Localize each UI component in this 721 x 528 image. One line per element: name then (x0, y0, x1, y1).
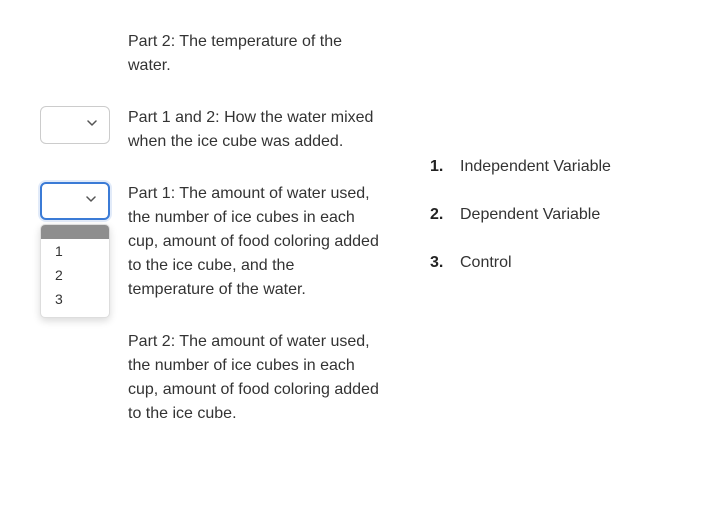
dropdown-option-3[interactable]: 3 (41, 287, 109, 317)
right-column: 1. Independent Variable 2. Dependent Var… (430, 30, 680, 426)
match-item-3-text: Part 1: The amount of water used, the nu… (128, 182, 380, 302)
match-item-1: Part 2: The temperature of the water. (128, 30, 380, 78)
key-label-3: Control (460, 254, 512, 272)
match-item-4: Part 2: The amount of water used, the nu… (128, 330, 380, 426)
chevron-down-icon (87, 120, 97, 130)
dropdown-option-2[interactable]: 2 (41, 263, 109, 287)
key-num-1: 1. (430, 158, 448, 176)
match-item-1-text: Part 2: The temperature of the water. (128, 33, 342, 74)
match-item-2-text: Part 1 and 2: How the water mixed when t… (128, 106, 380, 154)
dropdown-3[interactable] (40, 182, 110, 220)
key-label-2: Dependent Variable (460, 206, 600, 224)
chevron-down-icon (86, 196, 96, 206)
dropdown-menu-header (41, 225, 109, 239)
match-item-2-row: Part 1 and 2: How the water mixed when t… (40, 106, 380, 154)
match-item-4-text: Part 2: The amount of water used, the nu… (128, 333, 379, 422)
dropdown-3-menu: 1 2 3 (40, 224, 110, 318)
dropdown-slot-3: 1 2 3 (40, 182, 110, 220)
dropdown-slot-2 (40, 106, 110, 144)
answer-key-list: 1. Independent Variable 2. Dependent Var… (430, 158, 680, 272)
key-item-3: 3. Control (430, 254, 680, 272)
key-label-1: Independent Variable (460, 158, 611, 176)
matching-question: Part 2: The temperature of the water. Pa… (0, 0, 721, 456)
left-column: Part 2: The temperature of the water. Pa… (40, 30, 380, 426)
dropdown-2[interactable] (40, 106, 110, 144)
key-num-3: 3. (430, 254, 448, 272)
key-item-2: 2. Dependent Variable (430, 206, 680, 224)
dropdown-option-1[interactable]: 1 (41, 239, 109, 263)
key-num-2: 2. (430, 206, 448, 224)
key-item-1: 1. Independent Variable (430, 158, 680, 176)
match-item-3-row: 1 2 3 Part 1: The amount of water used, … (40, 182, 380, 302)
